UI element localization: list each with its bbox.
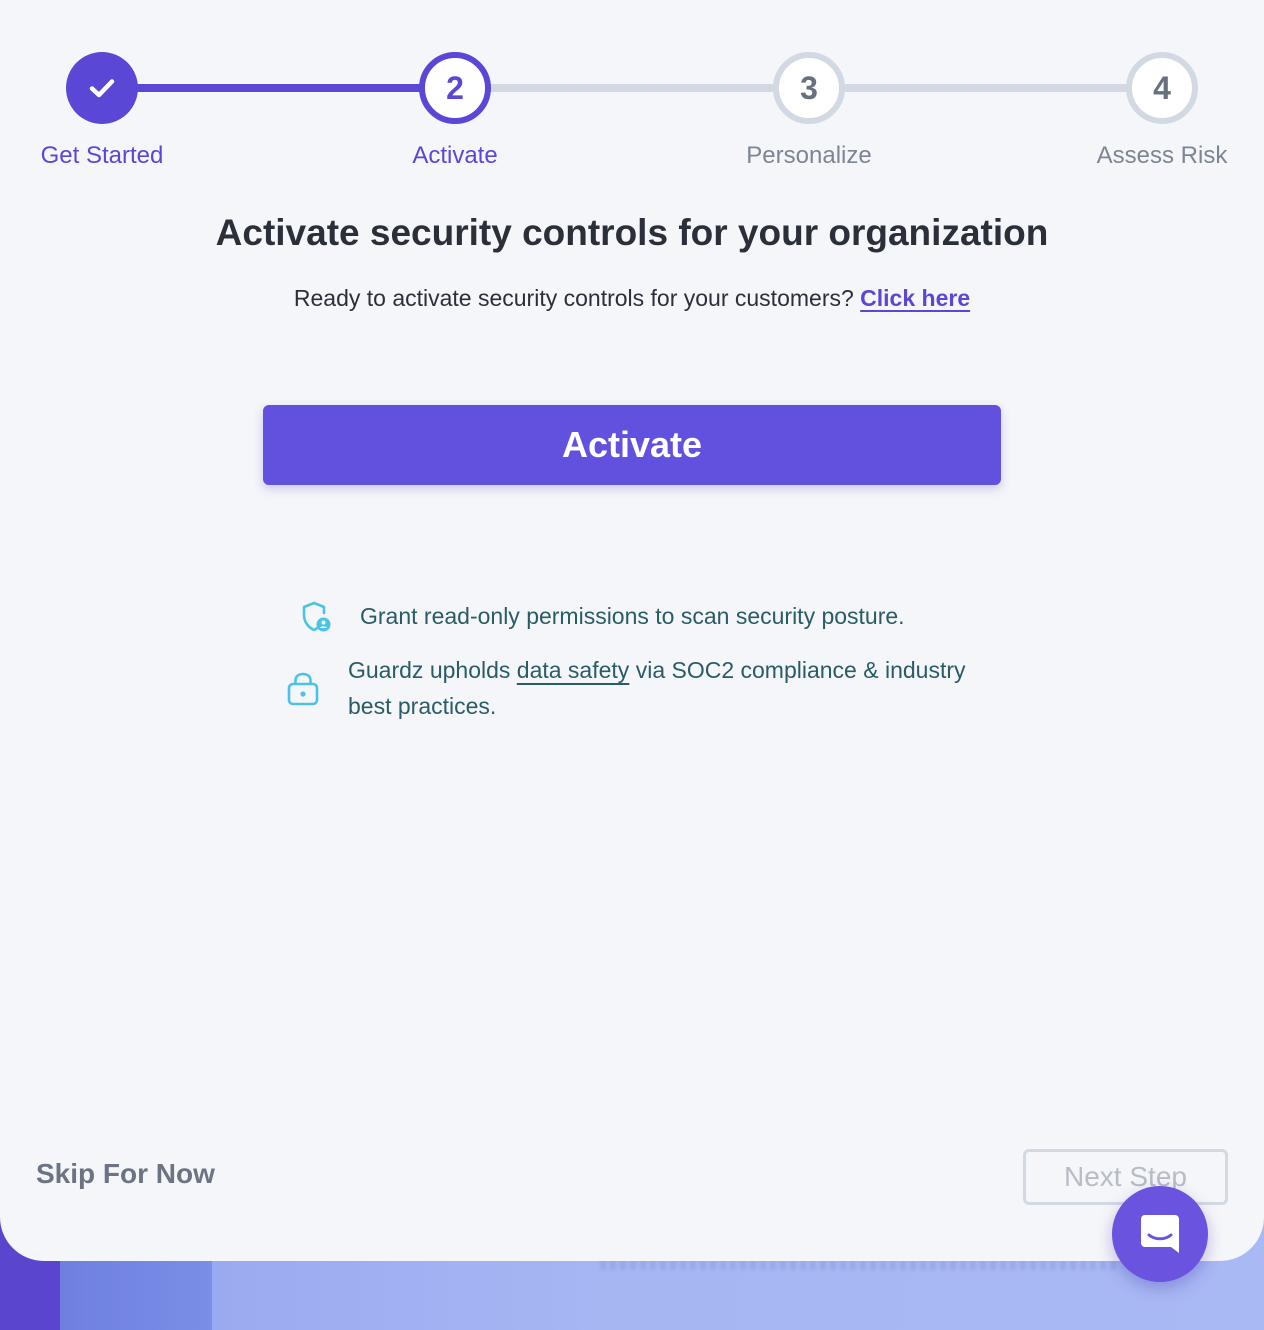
subtitle-text: Ready to activate security controls for … <box>293 285 854 311</box>
chat-launcher-button[interactable] <box>1112 1186 1208 1282</box>
data-safety-text: Guardz upholds data safety via SOC2 comp… <box>348 652 988 724</box>
permissions-text: Grant read-only permissions to scan secu… <box>360 603 905 629</box>
onboarding-modal: 2 3 4 Get Started Activate Personalize A… <box>0 0 1264 1261</box>
customers-click-here-link[interactable]: Click here <box>860 285 970 311</box>
chat-icon <box>1141 1215 1179 1253</box>
step-1-circle[interactable] <box>66 52 138 124</box>
step-3-circle[interactable]: 3 <box>773 52 845 124</box>
activate-button[interactable]: Activate <box>263 405 1001 485</box>
step-3-label: Personalize <box>746 142 872 169</box>
data-safety-link[interactable]: data safety <box>517 657 630 683</box>
shield-user-icon <box>302 601 331 632</box>
check-icon <box>89 79 115 98</box>
step-4-label: Assess Risk <box>1096 142 1228 169</box>
step-4-circle[interactable]: 4 <box>1126 52 1198 124</box>
lock-icon <box>287 672 319 706</box>
subtitle: Ready to activate security controls for … <box>0 285 1264 312</box>
step-1-label: Get Started <box>40 142 164 169</box>
next-step-button[interactable]: Next Step <box>1023 1149 1228 1205</box>
stepper-track-complete <box>102 84 455 92</box>
page-title: Activate security controls for your orga… <box>215 212 1049 253</box>
skip-for-now-button[interactable]: Skip For Now <box>36 1158 215 1190</box>
step-2-label: Activate <box>412 142 498 169</box>
step-2-circle[interactable]: 2 <box>419 52 491 124</box>
data-safety-prefix: Guardz upholds <box>348 657 511 683</box>
stepper: 2 3 4 Get Started Activate Personalize A… <box>0 0 1264 190</box>
